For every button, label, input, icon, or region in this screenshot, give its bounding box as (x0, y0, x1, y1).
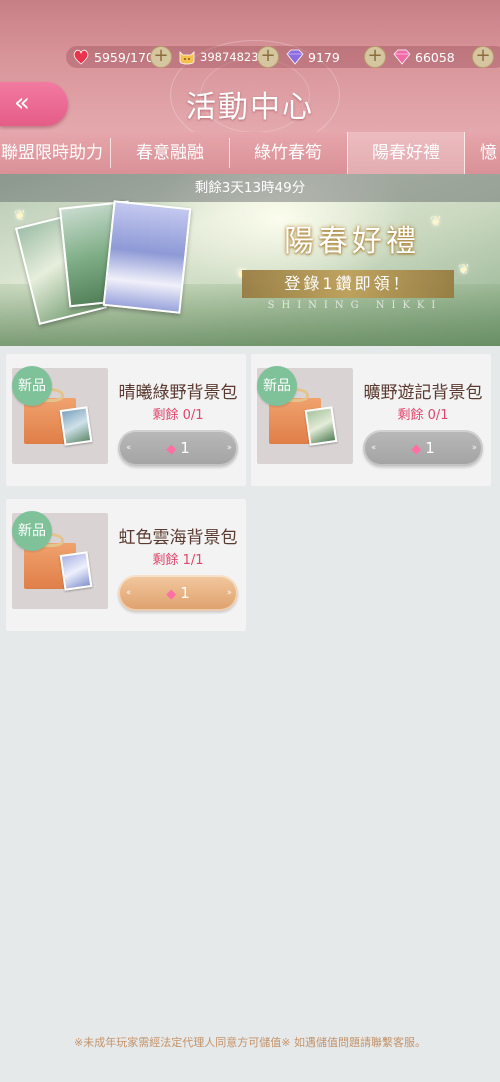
background-card-icon (304, 406, 338, 446)
add-stamina-button[interactable]: + (150, 46, 172, 68)
banner-subtitle: 登錄1鑽即領！ (242, 270, 454, 298)
arrow-deco: ›› (226, 443, 232, 453)
purple-diamond-value: 9179 (308, 49, 340, 65)
tab-next-partial[interactable]: 憶 (480, 132, 500, 174)
gold-value: 39874823 (200, 50, 259, 64)
arrow-deco: ›› (226, 588, 232, 598)
event-banner: 剩餘3天13時49分 ❦ ❦ ❦ ❦ (0, 174, 500, 346)
buy-button[interactable]: ‹‹ ◆ 1 ›› (363, 430, 483, 466)
background-card-icon (59, 551, 93, 591)
price-value: 1 (425, 439, 435, 457)
gold-coin-cat-icon (178, 49, 196, 65)
butterfly-icon: ❦ (458, 262, 470, 278)
item-name: 曠野遊記背景包 (363, 383, 483, 403)
tab-spring-gift[interactable]: 陽春好禮 (347, 132, 465, 174)
new-badge: 新品 (12, 511, 52, 551)
page-title: 活動中心 (186, 90, 314, 125)
background-card-icon (59, 406, 93, 446)
background-card-cloudsea (102, 200, 192, 314)
heart-stamina-icon (72, 49, 90, 65)
shop-item: 新品 晴曦綠野背景包 剩餘 0/1 ‹‹ ◆ 1 ›› (6, 354, 246, 486)
item-remaining: 剩餘 0/1 (152, 408, 204, 423)
add-pink-diamond-button[interactable]: + (472, 46, 494, 68)
arrow-deco: ‹‹ (126, 443, 131, 453)
add-purple-diamond-button[interactable]: + (364, 46, 386, 68)
price-value: 1 (180, 439, 190, 457)
header: 5959/170 + 39874823 + 9179 + 66058 + « 活… (0, 0, 500, 132)
countdown-timer: 剩餘3天13時49分 (0, 174, 500, 202)
pink-diamond-icon: ◆ (166, 587, 177, 602)
buy-button[interactable]: ‹‹ ◆ 1 ›› (118, 430, 238, 466)
pink-diamond-resource: 66058 (393, 47, 455, 67)
footer-note: ※未成年玩家需經法定代理人同意方可儲值※ 如遇儲值問題請聯繫客服。 (74, 1036, 426, 1049)
item-remaining: 剩餘 0/1 (397, 408, 449, 423)
butterfly-icon: ❦ (14, 208, 26, 224)
tab-bamboo-shoots[interactable]: 綠竹春筍 (230, 132, 346, 174)
add-gold-button[interactable]: + (257, 46, 279, 68)
shop-item: 新品 虹色雲海背景包 剩餘 1/1 ‹‹ ◆ 1 ›› (6, 499, 246, 631)
buy-button[interactable]: ‹‹ ◆ 1 ›› (118, 575, 238, 611)
arrow-deco: ‹‹ (371, 443, 376, 453)
shop-item: 新品 曠野遊記背景包 剩餘 0/1 ‹‹ ◆ 1 ›› (251, 354, 491, 486)
pink-diamond-icon: ◆ (166, 442, 177, 457)
brand-watermark: SHINING NIKKI (267, 300, 443, 311)
pink-diamond-value: 66058 (415, 49, 455, 65)
gold-resource: 39874823 (178, 47, 259, 67)
item-name: 晴曦綠野背景包 (118, 383, 238, 403)
banner-title: 陽春好禮 (284, 224, 420, 259)
item-remaining: 剩餘 1/1 (152, 553, 204, 568)
new-badge: 新品 (12, 366, 52, 406)
arrow-deco: ›› (471, 443, 477, 453)
tab-alliance-boost[interactable]: 聯盟限時助力 (0, 132, 108, 174)
pink-diamond-icon: ◆ (411, 442, 422, 457)
pink-diamond-icon (393, 49, 411, 65)
item-name: 虹色雲海背景包 (118, 528, 238, 548)
purple-diamond-icon (286, 49, 304, 65)
price-value: 1 (180, 584, 190, 602)
stamina-resource: 5959/170 (72, 47, 154, 67)
stamina-value: 5959/170 (94, 49, 154, 65)
tab-bar: 聯盟限時助力 春意融融 綠竹春筍 陽春好禮 憶 (0, 132, 500, 174)
tab-divider (110, 138, 111, 168)
purple-diamond-resource: 9179 (286, 47, 340, 67)
arrow-deco: ‹‹ (126, 588, 131, 598)
tab-spring-warmth[interactable]: 春意融融 (112, 132, 228, 174)
new-badge: 新品 (257, 366, 297, 406)
